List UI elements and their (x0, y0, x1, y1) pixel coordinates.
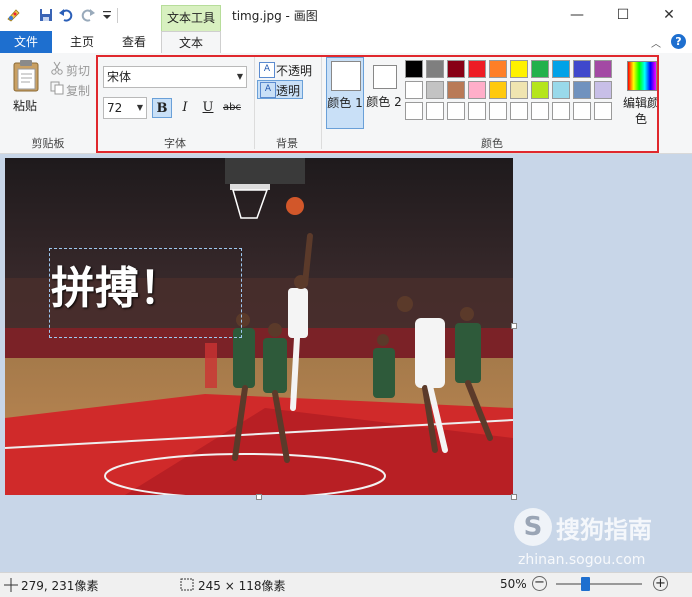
ribbon: 粘贴 剪切 复制 剪贴板 宋体 ▼ 72 ▼ B I U abc 字体 A 不透… (0, 53, 692, 154)
help-icon[interactable]: ? (671, 34, 686, 49)
scissors-icon (51, 61, 63, 75)
zoom-level: 50% (500, 577, 527, 591)
resize-handle-corner[interactable] (511, 494, 517, 500)
close-button[interactable]: ✕ (646, 0, 692, 31)
cursor-position: 279, 231像素 (21, 579, 99, 593)
paste-button[interactable]: 粘贴 (13, 97, 37, 114)
cut-button[interactable]: 剪切 (66, 62, 90, 79)
basketball-photo[interactable]: 拼搏！ (5, 158, 513, 495)
zoom-in-button[interactable]: + (653, 576, 668, 591)
qat-divider (117, 8, 118, 23)
overlay-text[interactable]: 拼搏！ (51, 252, 183, 316)
cursor-position-icon (4, 578, 18, 592)
context-tab-text-tools: 文本工具 (161, 5, 221, 32)
tab-file[interactable]: 文件 (0, 31, 52, 53)
watermark-url: zhinan.sogou.com (518, 552, 646, 568)
zoom-out-button[interactable]: − (532, 576, 547, 591)
selection-size: 245 × 118像素 (198, 579, 286, 593)
paint-app-icon[interactable] (6, 7, 22, 23)
title-bar: 文本工具 timg.jpg - 画图 — ☐ ✕ (0, 0, 692, 32)
clipboard-group-label: 剪贴板 (31, 137, 65, 150)
selection-size-icon (180, 578, 194, 591)
collapse-ribbon-icon[interactable]: ︿ (651, 35, 661, 50)
highlight-annotation-box (96, 55, 659, 153)
zoom-slider-thumb[interactable] (580, 577, 590, 591)
undo-icon[interactable] (58, 7, 74, 23)
minimize-button[interactable]: — (554, 0, 600, 31)
resize-handle-bottom[interactable] (256, 494, 262, 500)
ribbon-tabs: 文件 主页 查看 文本 ︿ ? (0, 31, 692, 54)
copy-icon (50, 81, 64, 95)
sogou-logo-icon: S (514, 508, 552, 546)
tab-home[interactable]: 主页 (56, 31, 108, 53)
paste-icon[interactable] (10, 59, 42, 93)
zoom-slider[interactable] (556, 583, 642, 585)
copy-button[interactable]: 复制 (66, 82, 90, 99)
redo-icon[interactable] (80, 7, 96, 23)
resize-handle-right[interactable] (511, 323, 517, 329)
save-icon[interactable] (38, 7, 54, 23)
window-title: timg.jpg - 画图 (232, 9, 318, 23)
status-bar: 279, 231像素 245 × 118像素 50% − + (0, 572, 692, 597)
tab-text[interactable]: 文本 (161, 31, 221, 53)
watermark-brand: 搜狗指南 (556, 516, 652, 544)
canvas-area[interactable]: 拼搏！ S 搜狗指南 zhinan.sogou.com (0, 154, 692, 572)
customize-qat-icon[interactable] (99, 7, 115, 23)
tab-view[interactable]: 查看 (108, 31, 160, 53)
maximize-button[interactable]: ☐ (600, 0, 646, 31)
